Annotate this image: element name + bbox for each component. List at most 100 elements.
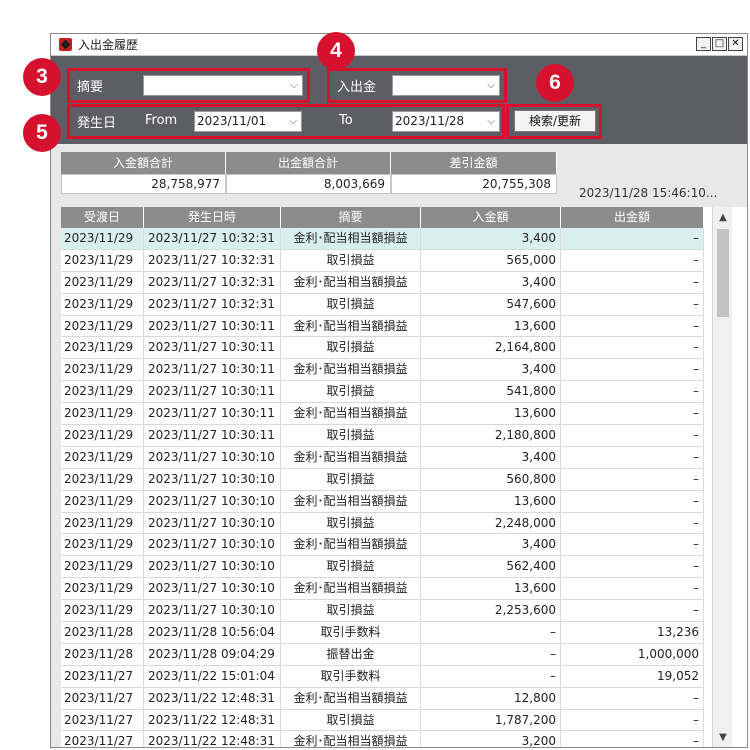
cell-settlement-date: 2023/11/29 <box>61 425 144 446</box>
cell-summary: 取引手数料 <box>281 622 421 643</box>
cell-deposit: 13,600 <box>421 403 561 425</box>
cell-withdrawal: – <box>561 446 704 468</box>
cell-withdrawal: – <box>561 403 704 425</box>
table-row[interactable]: 2023/11/27 2023/11/22 12:48:31 取引損益 1,787,2… <box>61 709 704 732</box>
scroll-down-icon[interactable]: ▼ <box>713 729 733 747</box>
callout-frame-5 <box>67 104 505 139</box>
cell-settlement-date: 2023/11/29 <box>61 446 144 468</box>
history-table: 受渡日 発生日時 摘要 入金額 出金額 2023/11/29 2023/11/27… <box>61 207 747 747</box>
table-row[interactable]: 2023/11/29 2023/11/27 10:30:10 金利･配当相当額損益 3… <box>61 534 704 557</box>
column-header-withdrawal[interactable]: 出金額 <box>561 207 704 228</box>
table-row[interactable]: 2023/11/29 2023/11/27 10:30:10 金利･配当相当額損益 1… <box>61 490 704 513</box>
cell-summary: 金利･配当相当額損益 <box>281 687 421 709</box>
withdraw-total-value: 8,003,669 <box>226 174 391 194</box>
table-row[interactable]: 2023/11/29 2023/11/27 10:30:11 金利･配当相当額損益 3… <box>61 359 704 382</box>
table-body: 2023/11/29 2023/11/27 10:32:31 金利･配当相当額損益 3… <box>61 228 704 747</box>
table-row[interactable]: 2023/11/29 2023/11/27 10:30:10 金利･配当相当額損益 1… <box>61 578 704 601</box>
cell-settlement-date: 2023/11/28 <box>61 622 144 643</box>
cell-withdrawal: – <box>561 315 704 337</box>
cell-summary: 金利･配当相当額損益 <box>281 403 421 425</box>
table-row[interactable]: 2023/11/29 2023/11/27 10:30:11 金利･配当相当額損益 1… <box>61 315 704 338</box>
cell-occurred-at: 2023/11/27 10:32:31 <box>144 228 281 249</box>
cell-settlement-date: 2023/11/29 <box>61 600 144 622</box>
cell-withdrawal: 1,000,000 <box>561 643 704 665</box>
table-row[interactable]: 2023/11/29 2023/11/27 10:32:31 取引損益 547,600… <box>61 293 704 316</box>
cell-settlement-date: 2023/11/29 <box>61 381 144 403</box>
cell-withdrawal: – <box>561 337 704 359</box>
table-row[interactable]: 2023/11/29 2023/11/27 10:30:11 取引損益 541,800… <box>61 381 704 404</box>
cell-occurred-at: 2023/11/27 10:30:10 <box>144 490 281 512</box>
cell-summary: 取引損益 <box>281 512 421 534</box>
cell-settlement-date: 2023/11/29 <box>61 359 144 381</box>
cell-occurred-at: 2023/11/27 10:30:11 <box>144 425 281 446</box>
cell-deposit: 13,600 <box>421 315 561 337</box>
cell-deposit: – <box>421 665 561 687</box>
cell-settlement-date: 2023/11/29 <box>61 556 144 578</box>
cell-occurred-at: 2023/11/27 10:30:10 <box>144 534 281 556</box>
cell-summary: 金利･配当相当額損益 <box>281 534 421 556</box>
deposit-total-header: 入金額合計 <box>61 152 226 174</box>
maximize-icon[interactable]: □ <box>712 37 727 51</box>
close-icon[interactable]: ✕ <box>728 37 743 51</box>
cell-occurred-at: 2023/11/22 12:48:31 <box>144 709 281 731</box>
table-row[interactable]: 2023/11/29 2023/11/27 10:30:11 金利･配当相当額損益 1… <box>61 403 704 426</box>
table-row[interactable]: 2023/11/29 2023/11/27 10:30:10 取引損益 562,400… <box>61 556 704 579</box>
cell-summary: 取引損益 <box>281 468 421 490</box>
cell-settlement-date: 2023/11/27 <box>61 709 144 731</box>
cell-occurred-at: 2023/11/28 09:04:29 <box>144 643 281 665</box>
cell-withdrawal: – <box>561 600 704 622</box>
cell-deposit: 13,600 <box>421 578 561 600</box>
cell-withdrawal: – <box>561 490 704 512</box>
cell-occurred-at: 2023/11/22 15:01:04 <box>144 665 281 687</box>
cell-occurred-at: 2023/11/27 10:30:11 <box>144 337 281 359</box>
cell-withdrawal: – <box>561 709 704 731</box>
table-row[interactable]: 2023/11/27 2023/11/22 12:48:31 金利･配当相当額損益 1… <box>61 687 704 710</box>
cell-withdrawal: – <box>561 512 704 534</box>
callout-frame-6 <box>506 104 602 139</box>
table-row[interactable]: 2023/11/29 2023/11/27 10:30:10 金利･配当相当額損益 3… <box>61 446 704 469</box>
cell-settlement-date: 2023/11/29 <box>61 228 144 249</box>
window-controls: _ □ ✕ <box>696 37 743 51</box>
cell-settlement-date: 2023/11/29 <box>61 490 144 512</box>
column-header-deposit[interactable]: 入金額 <box>421 207 561 228</box>
cell-deposit: 562,400 <box>421 556 561 578</box>
app-icon <box>59 38 72 51</box>
table-row[interactable]: 2023/11/29 2023/11/27 10:32:31 取引損益 565,000… <box>61 249 704 272</box>
cell-withdrawal: – <box>561 359 704 381</box>
cell-occurred-at: 2023/11/27 10:30:10 <box>144 556 281 578</box>
table-row[interactable]: 2023/11/29 2023/11/27 10:32:31 金利･配当相当額損益 3… <box>61 228 704 250</box>
cell-withdrawal: – <box>561 293 704 315</box>
table-row[interactable]: 2023/11/27 2023/11/22 12:48:31 金利･配当相当額損益 3… <box>61 731 704 747</box>
cell-occurred-at: 2023/11/27 10:30:11 <box>144 403 281 425</box>
callout-frame-4 <box>327 68 507 103</box>
scroll-up-icon[interactable]: ▲ <box>713 209 733 227</box>
cell-deposit: – <box>421 643 561 665</box>
cell-deposit: 3,200 <box>421 731 561 747</box>
table-row[interactable]: 2023/11/27 2023/11/22 15:01:04 取引手数料 –19,05… <box>61 665 704 688</box>
callout-badge-5: 5 <box>23 114 61 152</box>
table-row[interactable]: 2023/11/29 2023/11/27 10:30:11 取引損益 2,180,8… <box>61 425 704 447</box>
column-header-summary[interactable]: 摘要 <box>281 207 421 228</box>
cell-summary: 金利･配当相当額損益 <box>281 359 421 381</box>
table-row[interactable]: 2023/11/28 2023/11/28 10:56:04 取引手数料 –13,23… <box>61 622 704 644</box>
column-header-occurred-at[interactable]: 発生日時 <box>144 207 281 228</box>
table-row[interactable]: 2023/11/29 2023/11/27 10:30:10 取引損益 2,248,0… <box>61 512 704 535</box>
vertical-scrollbar[interactable]: ▲ ▼ <box>712 207 733 747</box>
cell-settlement-date: 2023/11/27 <box>61 687 144 709</box>
cell-settlement-date: 2023/11/27 <box>61 731 144 747</box>
table-row[interactable]: 2023/11/29 2023/11/27 10:30:10 取引損益 2,253,6… <box>61 600 704 623</box>
cell-occurred-at: 2023/11/27 10:30:10 <box>144 600 281 622</box>
column-header-settlement-date[interactable]: 受渡日 <box>61 207 144 228</box>
scrollbar-thumb[interactable] <box>717 229 729 317</box>
table-row[interactable]: 2023/11/29 2023/11/27 10:32:31 金利･配当相当額損益 3… <box>61 271 704 294</box>
cell-summary: 取引損益 <box>281 556 421 578</box>
minimize-icon[interactable]: _ <box>696 37 711 51</box>
cell-summary: 取引損益 <box>281 381 421 403</box>
cell-withdrawal: 19,052 <box>561 665 704 687</box>
table-row[interactable]: 2023/11/29 2023/11/27 10:30:10 取引損益 560,800… <box>61 468 704 491</box>
cell-deposit: 13,600 <box>421 490 561 512</box>
last-updated-timestamp: 2023/11/28 15:46:10... <box>579 186 718 200</box>
table-row[interactable]: 2023/11/28 2023/11/28 09:04:29 振替出金 –1,000,… <box>61 643 704 666</box>
table-row[interactable]: 2023/11/29 2023/11/27 10:30:11 取引損益 2,164,8… <box>61 337 704 360</box>
cell-summary: 取引損益 <box>281 709 421 731</box>
